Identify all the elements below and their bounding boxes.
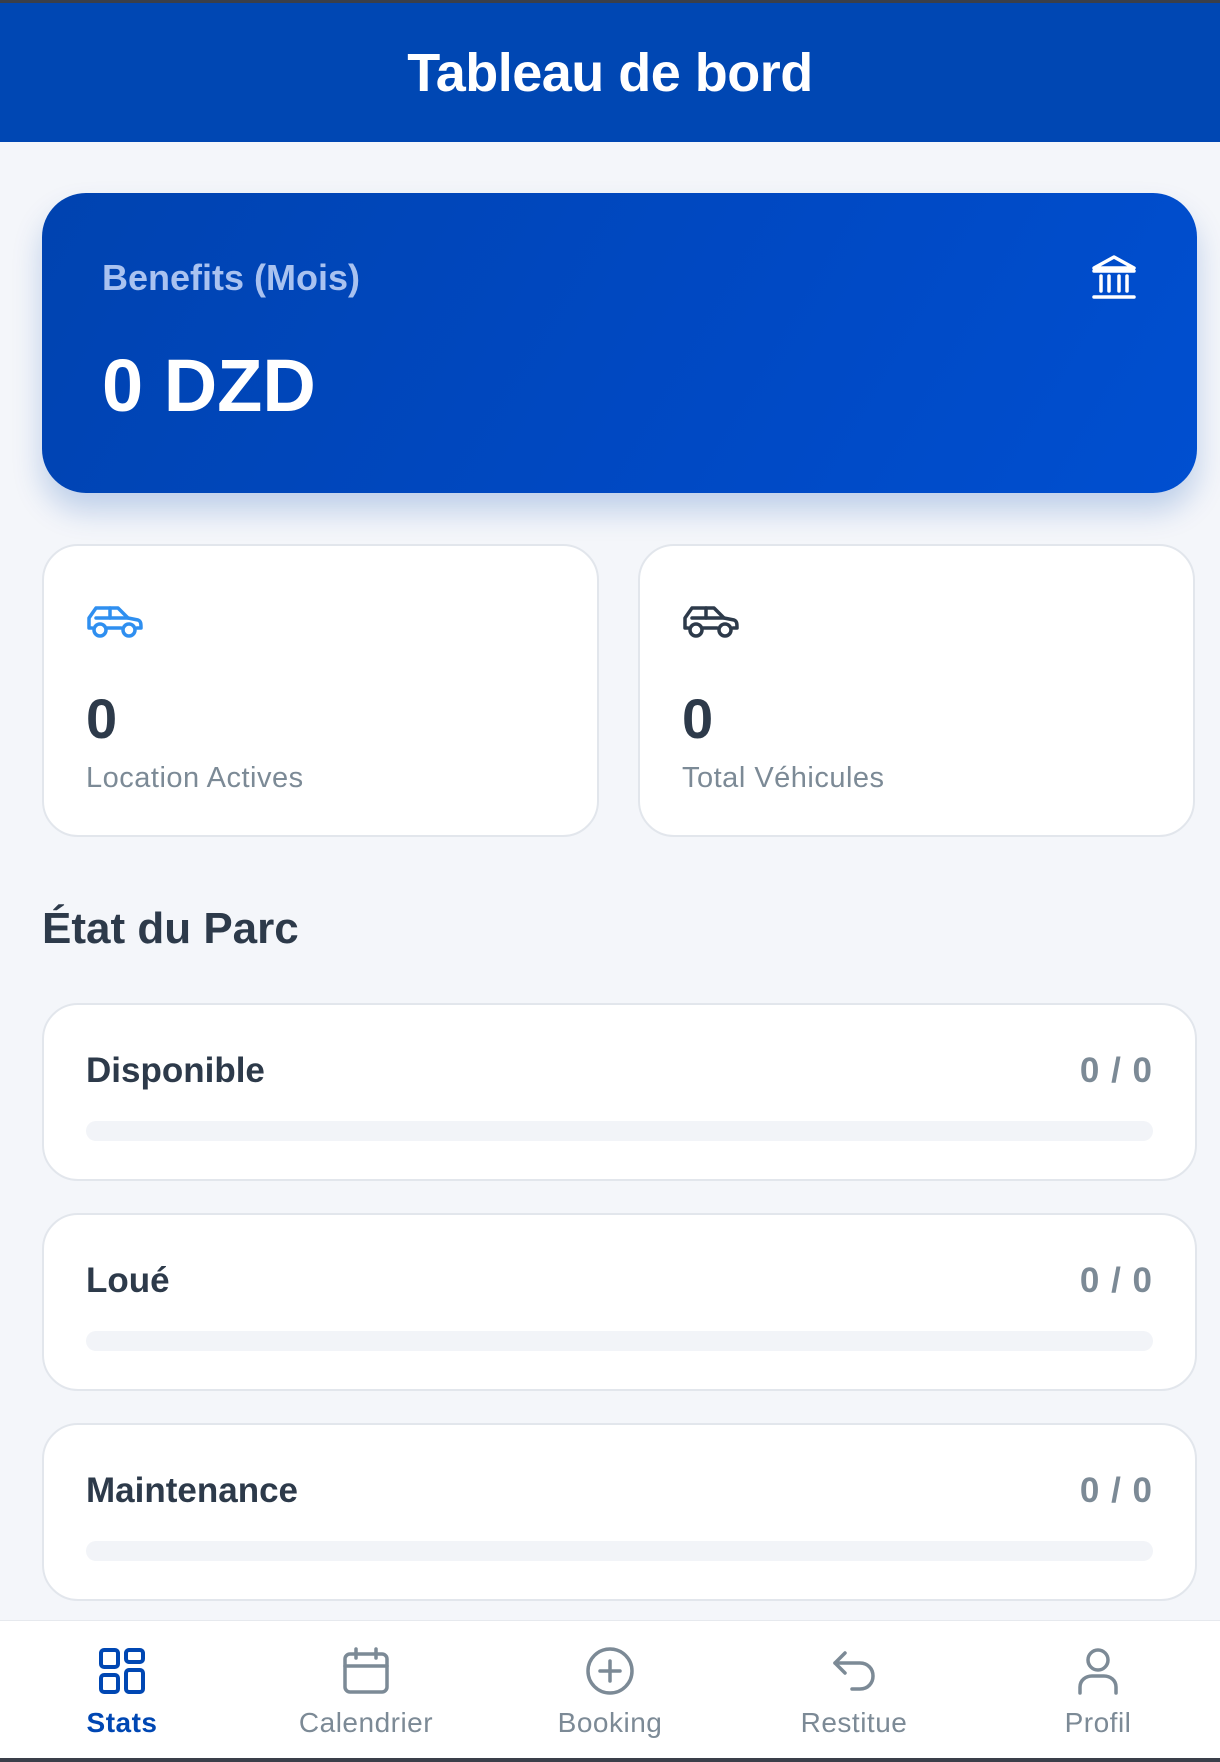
nav-label: Calendrier	[298, 1707, 434, 1738]
grid-icon	[99, 1648, 145, 1694]
status-progress-track	[86, 1331, 1153, 1351]
status-name: Loué	[86, 1261, 170, 1300]
system-bar	[0, 1758, 1220, 1762]
nav-item-stats[interactable]: Stats	[0, 1621, 244, 1762]
status-name: Maintenance	[86, 1471, 298, 1510]
bank-icon	[1092, 255, 1136, 299]
status-progress-track	[86, 1121, 1153, 1141]
fleet-status-maintenance[interactable]: Maintenance 0 / 0	[42, 1423, 1197, 1601]
benefits-label: Benefits (Mois)	[102, 257, 361, 298]
nav-item-return[interactable]: Restitue	[732, 1621, 976, 1762]
status-ratio: 0 / 0	[1079, 1261, 1153, 1300]
benefits-value: 0 DZD	[102, 344, 316, 427]
status-ratio: 0 / 0	[1079, 1471, 1153, 1510]
fleet-status-rented[interactable]: Loué 0 / 0	[42, 1213, 1197, 1391]
status-name: Disponible	[86, 1051, 265, 1090]
nav-label: Restitue	[800, 1707, 908, 1738]
nav-item-profile[interactable]: Profil	[976, 1621, 1220, 1762]
total-vehicles-count: 0	[682, 687, 714, 750]
active-rentals-count: 0	[86, 687, 118, 750]
plus-circle-icon	[586, 1647, 634, 1695]
app-header: Tableau de bord	[0, 0, 1220, 142]
user-icon	[1078, 1648, 1118, 1695]
car-icon	[683, 606, 739, 638]
nav-label: Stats	[86, 1707, 158, 1738]
nav-label: Booking	[557, 1707, 663, 1738]
total-vehicles-label: Total Véhicules	[682, 762, 885, 794]
stat-card-active-rentals[interactable]: 0 Location Actives	[42, 544, 599, 837]
undo-icon	[833, 1651, 875, 1691]
nav-label: Profil	[1064, 1707, 1132, 1738]
page-title: Tableau de bord	[407, 42, 813, 103]
stat-card-total-vehicles[interactable]: 0 Total Véhicules	[638, 544, 1195, 837]
status-progress-track	[86, 1541, 1153, 1561]
bottom-nav: Stats Calendrier Booking Restitue Profil	[0, 1620, 1220, 1762]
car-icon	[87, 606, 143, 638]
fleet-status-available[interactable]: Disponible 0 / 0	[42, 1003, 1197, 1181]
calendar-icon	[343, 1647, 389, 1694]
nav-item-booking[interactable]: Booking	[488, 1621, 732, 1762]
fleet-section-title: État du Parc	[42, 904, 299, 953]
benefits-card[interactable]: Benefits (Mois) 0 DZD	[42, 193, 1197, 493]
active-rentals-label: Location Actives	[86, 762, 304, 794]
status-ratio: 0 / 0	[1079, 1051, 1153, 1090]
nav-item-calendar[interactable]: Calendrier	[244, 1621, 488, 1762]
